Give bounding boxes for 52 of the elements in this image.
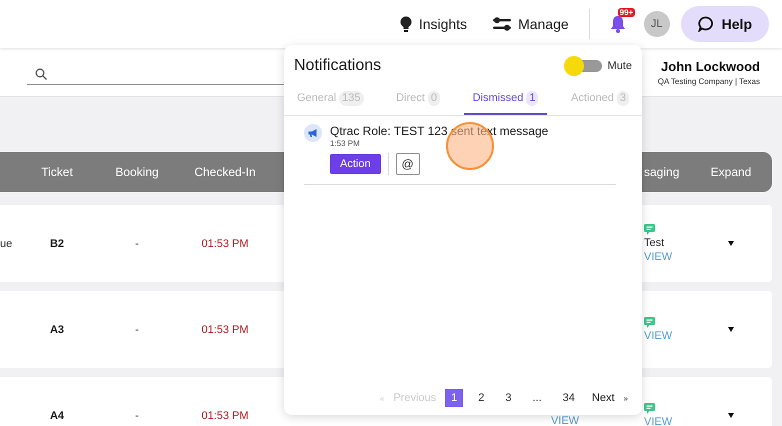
- checked-in-time: 01:53 PM: [201, 410, 249, 422]
- view-link[interactable]: VIEW: [644, 330, 672, 342]
- view-link[interactable]: VIEW: [644, 416, 672, 426]
- notification-badge: 99+: [618, 8, 636, 17]
- column-header[interactable]: Checked-In: [194, 165, 256, 179]
- count-badge: 1: [526, 91, 538, 106]
- insights-link[interactable]: Insights: [400, 16, 468, 32]
- chat-bubble-icon: [698, 16, 714, 32]
- checked-in-time: 01:53 PM: [201, 324, 249, 336]
- table-cell: -: [135, 324, 139, 336]
- table-cell: A3: [50, 324, 64, 336]
- checked-in-time: 01:53 PM: [201, 238, 249, 250]
- column-header[interactable]: Ticket: [41, 165, 73, 179]
- bell-icon: [610, 15, 626, 33]
- megaphone-icon: [304, 124, 322, 142]
- sliders-icon: [493, 17, 512, 31]
- notification-time: 1:53 PM: [330, 139, 361, 148]
- manage-link[interactable]: Manage: [493, 16, 569, 32]
- next-link[interactable]: Next: [592, 392, 615, 404]
- column-header[interactable]: Booking: [115, 165, 159, 179]
- message-icon: [644, 403, 655, 414]
- user-avatar[interactable]: JL: [644, 11, 670, 37]
- action-button[interactable]: Action: [330, 154, 381, 174]
- caret-icon[interactable]: [728, 327, 734, 332]
- column-header[interactable]: saging: [644, 165, 680, 179]
- view-link[interactable]: VIEW: [644, 251, 672, 263]
- last-page-link[interactable]: »: [624, 394, 628, 402]
- company-name: QA Testing Company | Texas: [658, 76, 760, 86]
- mute-label: Mute: [608, 60, 632, 72]
- message-icon: [644, 224, 655, 235]
- page-link[interactable]: 3: [499, 389, 518, 407]
- tab[interactable]: Dismissed 1: [464, 91, 548, 115]
- page-link[interactable]: 2: [472, 389, 490, 407]
- contact-name: Test: [644, 237, 664, 249]
- caret-icon[interactable]: [728, 413, 734, 418]
- table-cell: A4: [50, 410, 64, 422]
- message-icon: [644, 317, 655, 328]
- lightbulb-icon: [400, 16, 412, 32]
- search-icon: [35, 68, 47, 80]
- help-button[interactable]: Help: [680, 6, 769, 42]
- page-link[interactable]: ...: [526, 389, 548, 407]
- user-name: John Lockwood: [660, 58, 760, 74]
- table-cell: B2: [50, 238, 64, 250]
- caret-icon[interactable]: [728, 241, 734, 246]
- table-cell: -: [135, 238, 139, 250]
- page-link[interactable]: 1: [445, 389, 464, 407]
- panel-title: Notifications: [294, 57, 382, 75]
- table-cell: ue: [0, 238, 12, 250]
- table-cell: -: [135, 410, 139, 422]
- mention-button[interactable]: @: [396, 153, 420, 175]
- column-header[interactable]: Expand: [710, 165, 752, 179]
- page-link[interactable]: 34: [556, 389, 581, 407]
